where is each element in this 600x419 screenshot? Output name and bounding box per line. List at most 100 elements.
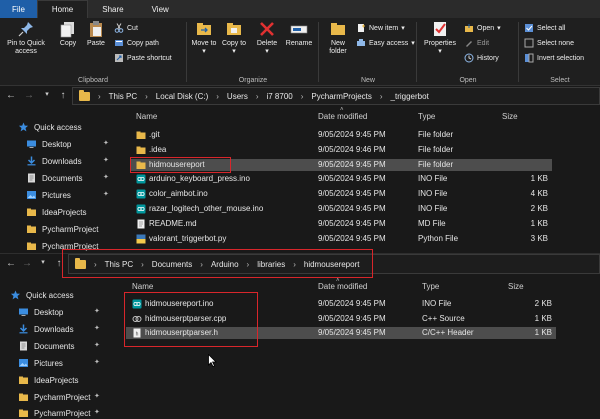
breadcrumb-item[interactable]: PycharmProjects bbox=[311, 92, 371, 101]
move-to-button[interactable]: Move to ▾ bbox=[190, 20, 218, 56]
pin-icon[interactable]: ✦ bbox=[94, 324, 100, 332]
column-header-type[interactable]: Type bbox=[422, 282, 439, 291]
breadcrumb-item[interactable]: libraries bbox=[257, 260, 285, 269]
nav-item-downloads[interactable]: Downloads bbox=[18, 324, 74, 334]
breadcrumb-item[interactable]: Arduino bbox=[211, 260, 239, 269]
up-arrow-icon[interactable]: ↑ bbox=[52, 258, 66, 269]
column-header-size[interactable]: Size bbox=[508, 282, 524, 291]
file-row[interactable]: .git 9/05/2024 9:45 PM File folder bbox=[130, 129, 552, 141]
pin-icon bbox=[18, 22, 33, 37]
history-button[interactable]: History bbox=[464, 53, 499, 63]
pin-icon[interactable]: ✦ bbox=[94, 341, 100, 349]
back-arrow-icon[interactable]: ← bbox=[4, 258, 18, 269]
nav-item-label: Documents bbox=[42, 173, 83, 183]
nav-item-pycharmproject[interactable]: PycharmProject bbox=[26, 241, 98, 251]
paste-shortcut-button[interactable]: Paste shortcut bbox=[114, 53, 172, 63]
select-none-button[interactable]: Select none bbox=[524, 38, 574, 48]
breadcrumb[interactable]: › This PC › Local Disk (C:) › Users › i7… bbox=[72, 87, 600, 105]
pin-icon[interactable]: ✦ bbox=[94, 408, 100, 416]
column-header-date[interactable]: Date modified bbox=[318, 282, 367, 291]
breadcrumb-item[interactable]: This PC bbox=[105, 260, 133, 269]
invert-selection-button[interactable]: Invert selection bbox=[524, 53, 584, 63]
nav-item-downloads[interactable]: Downloads bbox=[26, 156, 82, 166]
file-row[interactable]: color_aimbot.ino 9/05/2024 9:45 PM INO Fil… bbox=[130, 188, 552, 200]
cut-button[interactable]: Cut bbox=[114, 23, 138, 33]
nav-item-pycharmproject[interactable]: PycharmProject bbox=[18, 392, 90, 402]
breadcrumb-item[interactable]: _triggerbot bbox=[391, 92, 429, 101]
select-all-button[interactable]: Select all bbox=[524, 23, 565, 33]
rename-button[interactable]: Rename bbox=[284, 20, 314, 48]
tab-view[interactable]: View bbox=[138, 0, 183, 18]
chevron-down-icon: ▾ bbox=[438, 48, 442, 55]
pin-icon[interactable]: ✦ bbox=[94, 392, 100, 400]
breadcrumb-item[interactable]: Local Disk (C:) bbox=[156, 92, 208, 101]
pin-icon[interactable]: ✦ bbox=[94, 358, 100, 366]
file-name: hidmouserptparser.cpp bbox=[145, 313, 227, 323]
nav-item-desktop[interactable]: Desktop bbox=[18, 307, 63, 317]
nav-item-desktop[interactable]: Desktop bbox=[26, 139, 71, 149]
open-button[interactable]: Open ▾ bbox=[464, 23, 501, 33]
properties-button[interactable]: Properties ▾ bbox=[420, 20, 460, 56]
file-row[interactable]: arduino_keyboard_press.ino 9/05/2024 9:45… bbox=[130, 173, 552, 185]
breadcrumb-item[interactable]: i7 8700 bbox=[266, 92, 292, 101]
forward-arrow-icon[interactable]: → bbox=[22, 90, 36, 101]
file-row[interactable]: .idea 9/05/2024 9:46 PM File folder bbox=[130, 144, 552, 156]
file-row[interactable]: README.md 9/05/2024 9:45 PM MD File 1 KB bbox=[130, 218, 552, 230]
copy-button[interactable]: Copy bbox=[56, 20, 80, 48]
file-row[interactable]: valorant_triggerbot.py 9/05/2024 9:45 PM P… bbox=[130, 233, 552, 245]
nav-item-label: Desktop bbox=[42, 139, 72, 149]
back-arrow-icon[interactable]: ← bbox=[4, 90, 18, 101]
pin-icon[interactable]: ✦ bbox=[94, 307, 100, 315]
paste-button[interactable]: Paste bbox=[84, 20, 108, 48]
tab-file[interactable]: File bbox=[0, 0, 37, 18]
up-arrow-icon[interactable]: ↑ bbox=[56, 90, 70, 101]
file-row[interactable]: hidmouserptparser.cpp 9/05/2024 9:45 PM C+… bbox=[126, 313, 556, 325]
column-header-name[interactable]: Name bbox=[136, 112, 157, 121]
file-row[interactable]: hidmousereport 9/05/2024 9:45 PM File fold… bbox=[130, 158, 552, 171]
breadcrumb-item[interactable]: Documents bbox=[152, 260, 192, 269]
new-folder-button[interactable]: New folder bbox=[324, 20, 352, 56]
nav-item-documents[interactable]: Documents bbox=[18, 341, 74, 351]
edit-button[interactable]: Edit bbox=[464, 38, 489, 48]
nav-item-pycharmproject[interactable]: PycharmProject bbox=[26, 224, 98, 234]
breadcrumb-item[interactable]: Users bbox=[227, 92, 248, 101]
nav-item-documents[interactable]: Documents bbox=[26, 173, 82, 183]
nav-item-ideaprojects[interactable]: IdeaProjects bbox=[18, 375, 78, 385]
pin-icon[interactable]: ✦ bbox=[103, 139, 109, 147]
file-row[interactable]: hidmousereport.ino 9/05/2024 9:45 PM INO F… bbox=[126, 298, 556, 310]
breadcrumb-item[interactable]: hidmousereport bbox=[304, 260, 360, 269]
file-row[interactable]: h hidmouserptparser.h 9/05/2024 9:45 PM C/C… bbox=[126, 327, 556, 340]
nav-item-ideaprojects[interactable]: IdeaProjects bbox=[26, 207, 86, 217]
pin-icon[interactable]: ✦ bbox=[103, 190, 109, 198]
new-item-button[interactable]: New item ▾ bbox=[356, 23, 405, 33]
column-header-name[interactable]: Name bbox=[132, 282, 153, 291]
pin-icon[interactable]: ✦ bbox=[103, 173, 109, 181]
chevron-down-icon[interactable]: ▾ bbox=[40, 90, 54, 98]
chevron-right-icon: › bbox=[246, 259, 250, 269]
copy-icon bbox=[60, 22, 74, 38]
open-group: Properties ▾ Open ▾ Edit History Open bbox=[418, 18, 518, 86]
nav-item-pictures[interactable]: Pictures bbox=[26, 190, 71, 200]
chevron-down-icon[interactable]: ▾ bbox=[36, 258, 50, 266]
pin-to-quick-access-button[interactable]: Pin to Quick access bbox=[4, 20, 48, 56]
forward-arrow-icon[interactable]: → bbox=[20, 258, 34, 269]
nav-item-pictures[interactable]: Pictures bbox=[18, 358, 63, 368]
file-row[interactable]: razar_logitech_other_mouse.ino 9/05/2024 … bbox=[130, 203, 552, 215]
breadcrumb-item[interactable]: This PC bbox=[109, 92, 137, 101]
breadcrumb[interactable]: › This PC › Documents › Arduino › librar… bbox=[68, 254, 600, 274]
easy-access-button[interactable]: Easy access ▾ bbox=[356, 38, 415, 48]
copy-to-button[interactable]: Copy to ▾ bbox=[220, 20, 248, 56]
nav-item-quick-access[interactable]: Quick access bbox=[10, 290, 74, 300]
file-type: MD File bbox=[418, 218, 446, 228]
column-header-size[interactable]: Size bbox=[502, 112, 518, 121]
column-header-date[interactable]: Date modified bbox=[318, 112, 367, 121]
copy-path-button[interactable]: Copy path bbox=[114, 38, 159, 48]
nav-item-quick-access[interactable]: Quick access bbox=[18, 122, 82, 132]
open-icon bbox=[465, 24, 473, 32]
tab-share[interactable]: Share bbox=[88, 0, 137, 18]
tab-home[interactable]: Home bbox=[36, 0, 89, 18]
column-header-type[interactable]: Type bbox=[418, 112, 435, 121]
delete-button[interactable]: Delete ▾ bbox=[254, 20, 280, 56]
pin-icon[interactable]: ✦ bbox=[103, 156, 109, 164]
nav-item-pycharmproject[interactable]: PycharmProject bbox=[18, 408, 90, 418]
